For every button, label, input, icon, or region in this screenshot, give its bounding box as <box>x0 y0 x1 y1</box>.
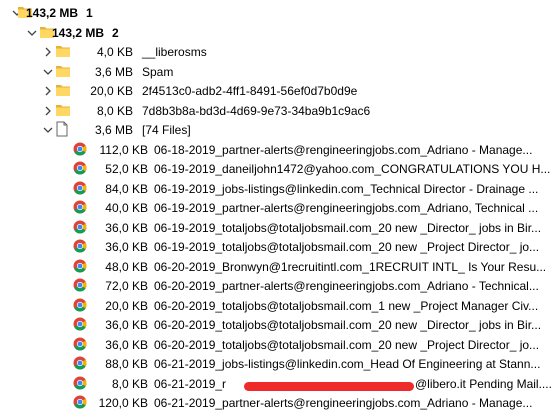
node-size: 20,0 KB <box>90 84 133 98</box>
node-size: 72,0 KB <box>105 279 148 293</box>
chevron-down-icon[interactable] <box>27 28 37 38</box>
node-size: 4,0 KB <box>96 45 133 59</box>
chrome-icon <box>73 395 87 409</box>
node-size: 3,6 MB <box>94 123 133 137</box>
node-name: 06-20-2019_partner-alerts@rengineeringjo… <box>154 279 539 293</box>
node-name: 06-21-2019_jobs-listings@linkedin.com_He… <box>154 357 541 371</box>
chrome-icon <box>73 220 87 234</box>
chevron-down-icon[interactable] <box>43 125 53 135</box>
chrome-icon <box>73 278 87 292</box>
folder-icon <box>55 102 71 118</box>
chrome-icon <box>73 376 87 390</box>
node-size: 143,2 MB <box>25 6 78 20</box>
file-row[interactable]: 120,0 KB 06-21-2019_partner-alerts@rengin… <box>0 392 560 414</box>
node-name: 2f4513c0-adb2-4ff1-8491-56ef0d7b0d9e <box>142 84 358 98</box>
node-size: 8,0 KB <box>96 103 133 118</box>
node-name: 2 <box>112 25 119 40</box>
node-size: 112,0 KB <box>99 142 148 157</box>
chevron-right-icon[interactable] <box>43 106 53 116</box>
node-name: 06-19-2019_totaljobs@totaljobsmail.com_2… <box>154 220 542 235</box>
node-size: 36,0 KB <box>105 240 148 254</box>
node-name: [74 Files] <box>142 123 191 137</box>
folder-icon <box>55 43 71 59</box>
node-name-tail: @libero.it Pending Mail.... <box>415 376 552 391</box>
node-name: 06-20-2019_Bronwyn@1recruitintl.com_1REC… <box>154 259 547 274</box>
chevron-down-icon[interactable] <box>43 67 53 77</box>
node-name: 06-20-2019_totaljobs@totaljobsmail.com_1… <box>154 298 539 313</box>
node-size: 36,0 KB <box>105 337 148 352</box>
chrome-icon <box>73 181 87 195</box>
chrome-icon <box>73 259 87 273</box>
folder-icon <box>55 63 71 79</box>
chrome-icon <box>73 356 87 370</box>
chrome-icon <box>73 239 87 253</box>
node-size: 84,0 KB <box>105 181 148 196</box>
node-name: __liberosms <box>142 45 207 59</box>
chrome-icon <box>73 161 87 175</box>
node-size: 48,0 KB <box>105 259 148 274</box>
node-name: Spam <box>142 64 174 79</box>
chevron-right-icon[interactable] <box>43 47 53 57</box>
node-size: 143,2 MB <box>51 25 104 40</box>
file-icon <box>55 121 69 137</box>
node-size: 8,0 KB <box>111 376 148 391</box>
redaction-mark <box>244 381 414 391</box>
node-name: 06-19-2019_jobs-listings@linkedin.com_Te… <box>154 181 539 196</box>
chrome-icon <box>73 317 87 331</box>
node-name: 06-18-2019_partner-alerts@rengineeringjo… <box>154 142 533 157</box>
node-size: 36,0 KB <box>105 318 148 332</box>
node-name: 7d8b3b8a-bd3d-4d69-9e73-34ba9b1c9ac6 <box>142 103 371 118</box>
node-size: 3,6 MB <box>94 64 133 79</box>
node-size: 88,0 KB <box>105 357 148 371</box>
chrome-icon <box>73 337 87 351</box>
node-size: 120,0 KB <box>98 396 148 410</box>
node-name: 06-21-2019_partner-alerts@rengineeringjo… <box>154 396 533 410</box>
chrome-icon <box>73 298 87 312</box>
node-name: 06-20-2019_totaljobs@totaljobsmail.com_2… <box>154 337 540 352</box>
node-size: 52,0 KB <box>105 162 148 176</box>
node-size: 40,0 KB <box>105 201 148 215</box>
node-name: 06-19-2019_daneiljohn1472@yahoo.com_CONG… <box>154 162 551 176</box>
node-name: 06-21-2019_r <box>154 376 227 391</box>
node-name: 1 <box>86 6 93 20</box>
node-name: 06-19-2019_totaljobs@totaljobsmail.com_2… <box>154 240 540 254</box>
node-name: 06-20-2019_totaljobs@totaljobsmail.com_2… <box>154 318 542 332</box>
chevron-right-icon[interactable] <box>43 86 53 96</box>
node-size: 36,0 KB <box>105 220 148 235</box>
folder-icon <box>55 82 71 98</box>
node-size: 20,0 KB <box>105 298 148 313</box>
chrome-icon <box>73 200 87 214</box>
chrome-icon <box>73 142 87 156</box>
node-name: 06-19-2019_partner-alerts@rengineeringjo… <box>154 201 539 215</box>
